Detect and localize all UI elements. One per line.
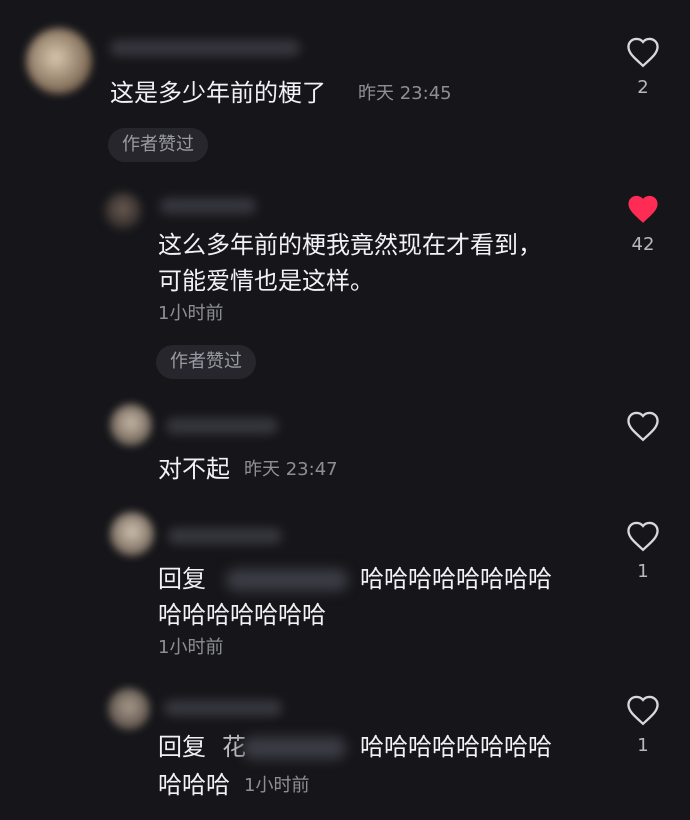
reply-prefix: 回复 bbox=[158, 733, 206, 761]
comment-text: 对不起 bbox=[158, 455, 230, 483]
heart-outline-icon bbox=[627, 695, 659, 726]
author-liked-badge: 作者赞过 bbox=[156, 345, 256, 379]
heart-filled-icon bbox=[628, 195, 658, 223]
avatar[interactable] bbox=[110, 404, 152, 446]
username[interactable] bbox=[168, 528, 282, 544]
comment-text-line-1: 哈哈哈哈哈哈哈哈 bbox=[360, 733, 552, 761]
comment-text: 这是多少年前的梗了 bbox=[110, 79, 326, 107]
author-liked-badge: 作者赞过 bbox=[108, 128, 208, 162]
comment-time: 1小时前 bbox=[158, 303, 224, 324]
like-button[interactable] bbox=[623, 410, 663, 442]
like-count: 42 bbox=[631, 234, 655, 255]
like-button[interactable]: 42 bbox=[623, 193, 663, 255]
comment-time: 1小时前 bbox=[158, 637, 224, 658]
username[interactable] bbox=[166, 418, 278, 434]
like-button[interactable]: 1 bbox=[623, 694, 663, 756]
heart-outline-icon bbox=[627, 411, 659, 442]
username[interactable] bbox=[164, 700, 282, 716]
username[interactable] bbox=[110, 40, 300, 56]
like-count: 1 bbox=[637, 735, 649, 756]
comment-text-line-2: 哈哈哈哈哈哈哈 bbox=[158, 601, 326, 629]
reply-target-username[interactable] bbox=[242, 737, 346, 759]
like-count: 1 bbox=[637, 561, 649, 582]
comment-time: 昨天 23:47 bbox=[244, 459, 338, 480]
heart-outline-icon bbox=[627, 521, 659, 552]
username[interactable] bbox=[160, 198, 256, 214]
comment-text-line-2: 可能爱情也是这样。 bbox=[158, 267, 374, 295]
like-button[interactable]: 2 bbox=[623, 36, 663, 98]
like-count: 2 bbox=[637, 77, 649, 98]
comment-text-line-1: 哈哈哈哈哈哈哈哈 bbox=[360, 565, 552, 593]
avatar[interactable] bbox=[26, 28, 92, 94]
comment-text-line-1: 这么多年前的梗我竟然现在才看到， bbox=[158, 231, 542, 259]
avatar[interactable] bbox=[110, 512, 154, 556]
reply-prefix: 回复 bbox=[158, 565, 206, 593]
comment-time: 昨天 23:45 bbox=[358, 83, 452, 104]
reply-target-username[interactable] bbox=[226, 569, 348, 591]
comment-text-line-2: 哈哈哈 bbox=[158, 771, 230, 799]
avatar[interactable] bbox=[104, 192, 142, 230]
comment-time: 1小时前 bbox=[244, 775, 310, 796]
avatar[interactable] bbox=[108, 688, 150, 730]
heart-outline-icon bbox=[627, 37, 659, 68]
like-button[interactable]: 1 bbox=[623, 520, 663, 582]
